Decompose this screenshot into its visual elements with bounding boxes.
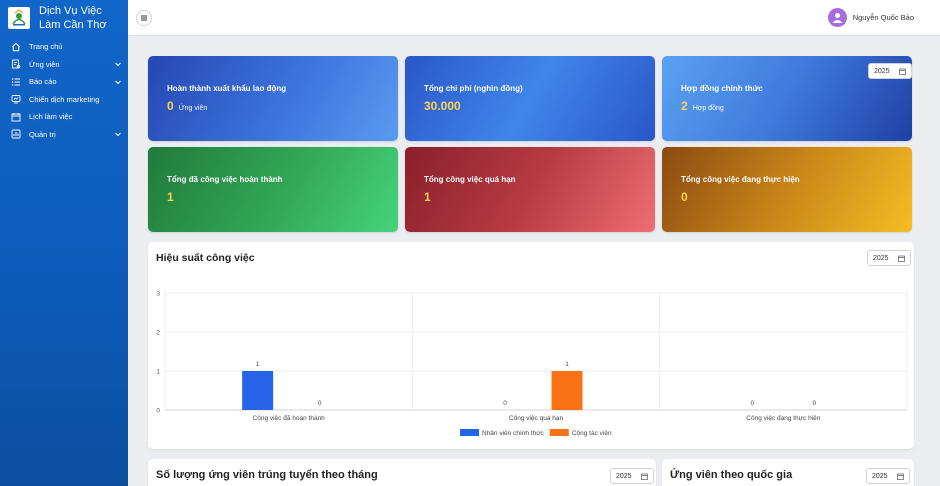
stat-card-tasks-in-progress: Tổng công việc đang thực hiện 0	[662, 147, 912, 232]
sidebar-item-marketing[interactable]: Chiến dịch marketing	[0, 91, 128, 109]
card-title: Tổng chi phí (nghìn đồng)	[424, 84, 523, 93]
country-title: Ứng viên theo quốc gia	[670, 469, 793, 481]
performance-bar-chart: 0 1 2 3 1 0 Công việc đã hoàn thành 0 1 Công việc…	[156, 291, 908, 437]
sidebar-item-schedule[interactable]: Lịch làm việc	[0, 108, 128, 126]
sidebar-item-label: Lịch làm việc	[29, 112, 73, 122]
brand[interactable]: Dịch Vụ Việc Làm Cần Thơ	[0, 0, 128, 36]
card-unit: Ứng viên	[178, 105, 208, 112]
chevron-down-icon	[114, 130, 122, 138]
legend-label: Cộng tác viên	[572, 430, 612, 437]
card-title: Hoàn thành xuất khẩu lao động	[167, 84, 287, 93]
sidebar-item-label: Chiến dịch marketing	[29, 94, 100, 104]
data-label: 1	[565, 361, 569, 368]
chevron-down-icon	[114, 78, 122, 86]
card-value: 0	[681, 190, 688, 204]
data-label: 0	[751, 400, 755, 407]
bar	[242, 371, 274, 410]
menu-toggle-button[interactable]	[136, 10, 152, 26]
calendar-icon	[899, 68, 906, 75]
sidebar-item-home[interactable]: Trang chủ	[0, 38, 128, 56]
monthly-hires-panel: Số lượng ứng viên trúng tuyển theo tháng…	[148, 459, 656, 486]
year-value: 2025	[616, 472, 632, 480]
brand-name: Dịch Vụ Việc Làm Cần Thơ	[39, 5, 107, 31]
y-tick-label: 1	[156, 369, 160, 376]
performance-panel: Hiệu suất công việc 2025 0 1 2 3 1 0 Công việc…	[148, 242, 914, 449]
campaign-icon	[11, 94, 21, 104]
monthly-hires-title: Số lượng ứng viên trúng tuyển theo tháng	[156, 469, 378, 481]
sidebar-item-label: Trang chủ	[29, 42, 63, 52]
card-title: Tổng công việc quá hạn	[424, 175, 516, 184]
chevron-down-icon	[114, 60, 122, 68]
stat-card-tasks-overdue: Tổng công việc quá hạn 1	[405, 147, 655, 232]
user-icon	[832, 13, 843, 23]
logo-icon	[8, 7, 30, 29]
bar	[551, 371, 583, 410]
stat-card-total-cost: Tổng chi phí (nghìn đồng) 30.000	[405, 56, 655, 141]
legend-swatch	[549, 429, 569, 436]
hamburger-icon	[140, 9, 148, 27]
card-value-row: 1	[424, 190, 431, 204]
applicant-icon	[11, 59, 21, 69]
user-name: Nguyễn Quốc Bảo	[852, 13, 914, 22]
card-title: Hợp đồng chính thức	[681, 84, 763, 93]
card-value-row: 1	[167, 190, 174, 204]
y-tick-label: 0	[156, 408, 160, 415]
country-year-select[interactable]: 2025	[866, 468, 910, 484]
calendar-icon	[11, 112, 21, 122]
user-menu[interactable]: Nguyễn Quốc Bảo	[827, 8, 914, 27]
card-value: 2	[681, 99, 688, 113]
sidebar-item-label: Ứng viên	[29, 59, 60, 69]
y-tick-label: 2	[156, 330, 160, 337]
card-title: Tổng công việc đang thực hiện	[681, 175, 800, 184]
sidebar-item-label: Quản trị	[29, 129, 56, 139]
data-label: 1	[256, 361, 260, 368]
country-panel: Ứng viên theo quốc gia 2025	[662, 459, 914, 486]
monthly-year-select[interactable]: 2025	[610, 468, 654, 484]
y-tick-label: 3	[156, 291, 160, 298]
sidebar-item-admin[interactable]: Quản trị	[0, 126, 128, 144]
admin-icon	[11, 129, 21, 139]
calendar-icon	[897, 473, 904, 480]
card-unit: Hợp đồng	[692, 105, 724, 112]
x-tick-label: Công việc đã hoàn thành	[253, 415, 326, 422]
card-value: 0	[167, 99, 174, 113]
data-label: 0	[503, 400, 507, 407]
data-label: 0	[318, 400, 322, 407]
sidebar-item-label: Báo cáo	[29, 77, 57, 87]
card-value-row: 2 Hợp đồng	[681, 99, 724, 113]
sidebar-item-reports[interactable]: Báo cáo	[0, 73, 128, 91]
card-value: 1	[167, 190, 174, 204]
stat-card-contracts: Hợp đồng chính thức 2 Hợp đồng 2025	[662, 56, 912, 141]
card-value: 30.000	[424, 99, 461, 113]
stat-card-export-completed: Hoàn thành xuất khẩu lao động 0 Ứng viên	[148, 56, 398, 141]
card-value-row: 0 Ứng viên	[167, 99, 207, 113]
card-value-row: 30.000	[424, 99, 461, 113]
legend-label: Nhân viên chính thức	[482, 430, 545, 437]
card-value-row: 0	[681, 190, 688, 204]
data-label: 0	[813, 400, 817, 407]
x-tick-label: Công việc đang thực hiện	[746, 415, 820, 422]
contracts-year-select[interactable]: 2025	[868, 63, 912, 79]
avatar[interactable]	[827, 8, 847, 27]
topbar: Nguyễn Quốc Bảo	[128, 0, 940, 36]
legend-swatch	[460, 429, 479, 436]
year-value: 2025	[874, 67, 890, 75]
stat-card-tasks-completed: Tổng đã công việc hoàn thành 1	[148, 147, 398, 232]
card-value: 1	[424, 190, 431, 204]
sidebar-menu: Trang chủ Ứng viên Báo cáo Chiến dịch ma…	[0, 38, 128, 143]
card-title: Tổng đã công việc hoàn thành	[167, 175, 283, 184]
calendar-icon	[641, 473, 648, 480]
sidebar: Dịch Vụ Việc Làm Cần Thơ Trang chủ Ứng v…	[0, 0, 128, 486]
list-icon	[11, 77, 21, 87]
x-tick-label: Công việc quá hạn	[509, 415, 564, 422]
sidebar-item-applicants[interactable]: Ứng viên	[0, 56, 128, 74]
year-value: 2025	[872, 472, 888, 480]
home-icon	[11, 42, 21, 52]
